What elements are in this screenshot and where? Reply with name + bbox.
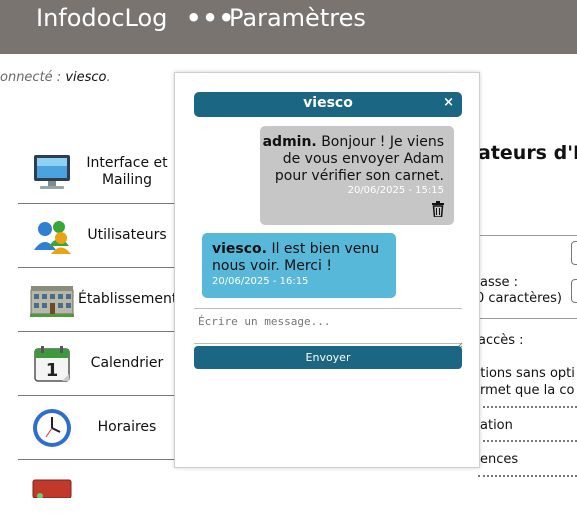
- password-field[interactable]: [571, 279, 577, 303]
- users-icon: [30, 216, 74, 256]
- page-title: Paramètres: [229, 4, 366, 32]
- section-title: ateurs d'In: [478, 142, 577, 164]
- menu-item-label: Interface et Mailing: [86, 154, 168, 188]
- chat-title: viesco: [303, 95, 353, 111]
- dotted-divider: [478, 440, 577, 442]
- connected-username: viesco: [65, 70, 107, 85]
- connection-status: onnecté : viesco.: [0, 70, 111, 85]
- monitor-icon: [30, 152, 74, 192]
- menu-item-users[interactable]: Utilisateurs: [18, 204, 176, 268]
- calendar-icon: 1: [30, 344, 74, 384]
- building-icon: [30, 280, 74, 320]
- access-label: accès :: [478, 333, 524, 348]
- menu-item-label: Calendrier: [90, 355, 164, 371]
- settings-menu: Interface et Mailing Utilisateurs Établi…: [18, 140, 178, 524]
- divider: [478, 318, 577, 319]
- message-text: admin. Bonjour ! Je viens de vous envoye…: [260, 134, 444, 185]
- message-input[interactable]: [194, 308, 462, 344]
- option-text: ation: [480, 418, 513, 433]
- option-text: ptions sans opti: [472, 366, 575, 381]
- chat-message-outgoing: admin. Bonjour ! Je viens de vous envoye…: [260, 126, 454, 225]
- password-hint: 0 caractères): [476, 291, 562, 306]
- menu-item-partial[interactable]: [18, 460, 176, 524]
- menu-item-label: Horaires: [97, 419, 157, 435]
- close-icon[interactable]: ×: [443, 95, 454, 110]
- message-text: viesco. Il est bien venu nous voir. Merc…: [212, 241, 390, 275]
- chat-message-incoming: viesco. Il est bien venu nous voir. Merc…: [202, 233, 396, 298]
- option-text: ermet que la co: [472, 383, 575, 398]
- message-timestamp: 20/06/2025 - 15:15: [347, 185, 444, 196]
- divider: [478, 235, 577, 236]
- dotted-divider: [478, 406, 577, 408]
- message-sender: viesco.: [212, 241, 267, 257]
- message-timestamp: 20/06/2025 - 16:15: [212, 276, 309, 287]
- send-button[interactable]: Envoyer: [194, 346, 462, 369]
- password-label: asse :: [480, 275, 519, 290]
- menu-item-schedule[interactable]: Horaires: [18, 396, 176, 460]
- chat-popup: viesco × admin. Bonjour ! Je viens de vo…: [174, 72, 480, 468]
- trash-icon[interactable]: [431, 201, 445, 218]
- top-bar: InfodocLog ••• Paramètres: [0, 0, 577, 54]
- menu-item-interface-mailing[interactable]: Interface et Mailing: [18, 140, 176, 204]
- menu-item-establishment[interactable]: Établissement: [18, 268, 178, 332]
- app-title[interactable]: InfodocLog: [36, 4, 167, 32]
- text-field[interactable]: [571, 241, 577, 265]
- partial-icon: [30, 468, 74, 508]
- resize-grip-icon[interactable]: [455, 335, 463, 350]
- message-sender: admin.: [262, 134, 317, 150]
- svg-text:1: 1: [46, 360, 59, 381]
- menu-item-calendar[interactable]: 1 Calendrier: [18, 332, 176, 396]
- menu-item-label: Utilisateurs: [87, 227, 167, 243]
- option-text: ences: [480, 452, 519, 467]
- more-menu-icon[interactable]: •••: [186, 4, 235, 32]
- clock-icon: [30, 408, 74, 448]
- chat-header: viesco ×: [194, 92, 462, 117]
- user-settings-form: ateurs d'In asse : 0 caractères) accès :…: [472, 140, 577, 483]
- dotted-divider: [478, 475, 577, 477]
- menu-item-label: Établissement: [78, 291, 178, 307]
- status-period: .: [106, 70, 111, 85]
- connected-label: onnecté :: [0, 70, 62, 85]
